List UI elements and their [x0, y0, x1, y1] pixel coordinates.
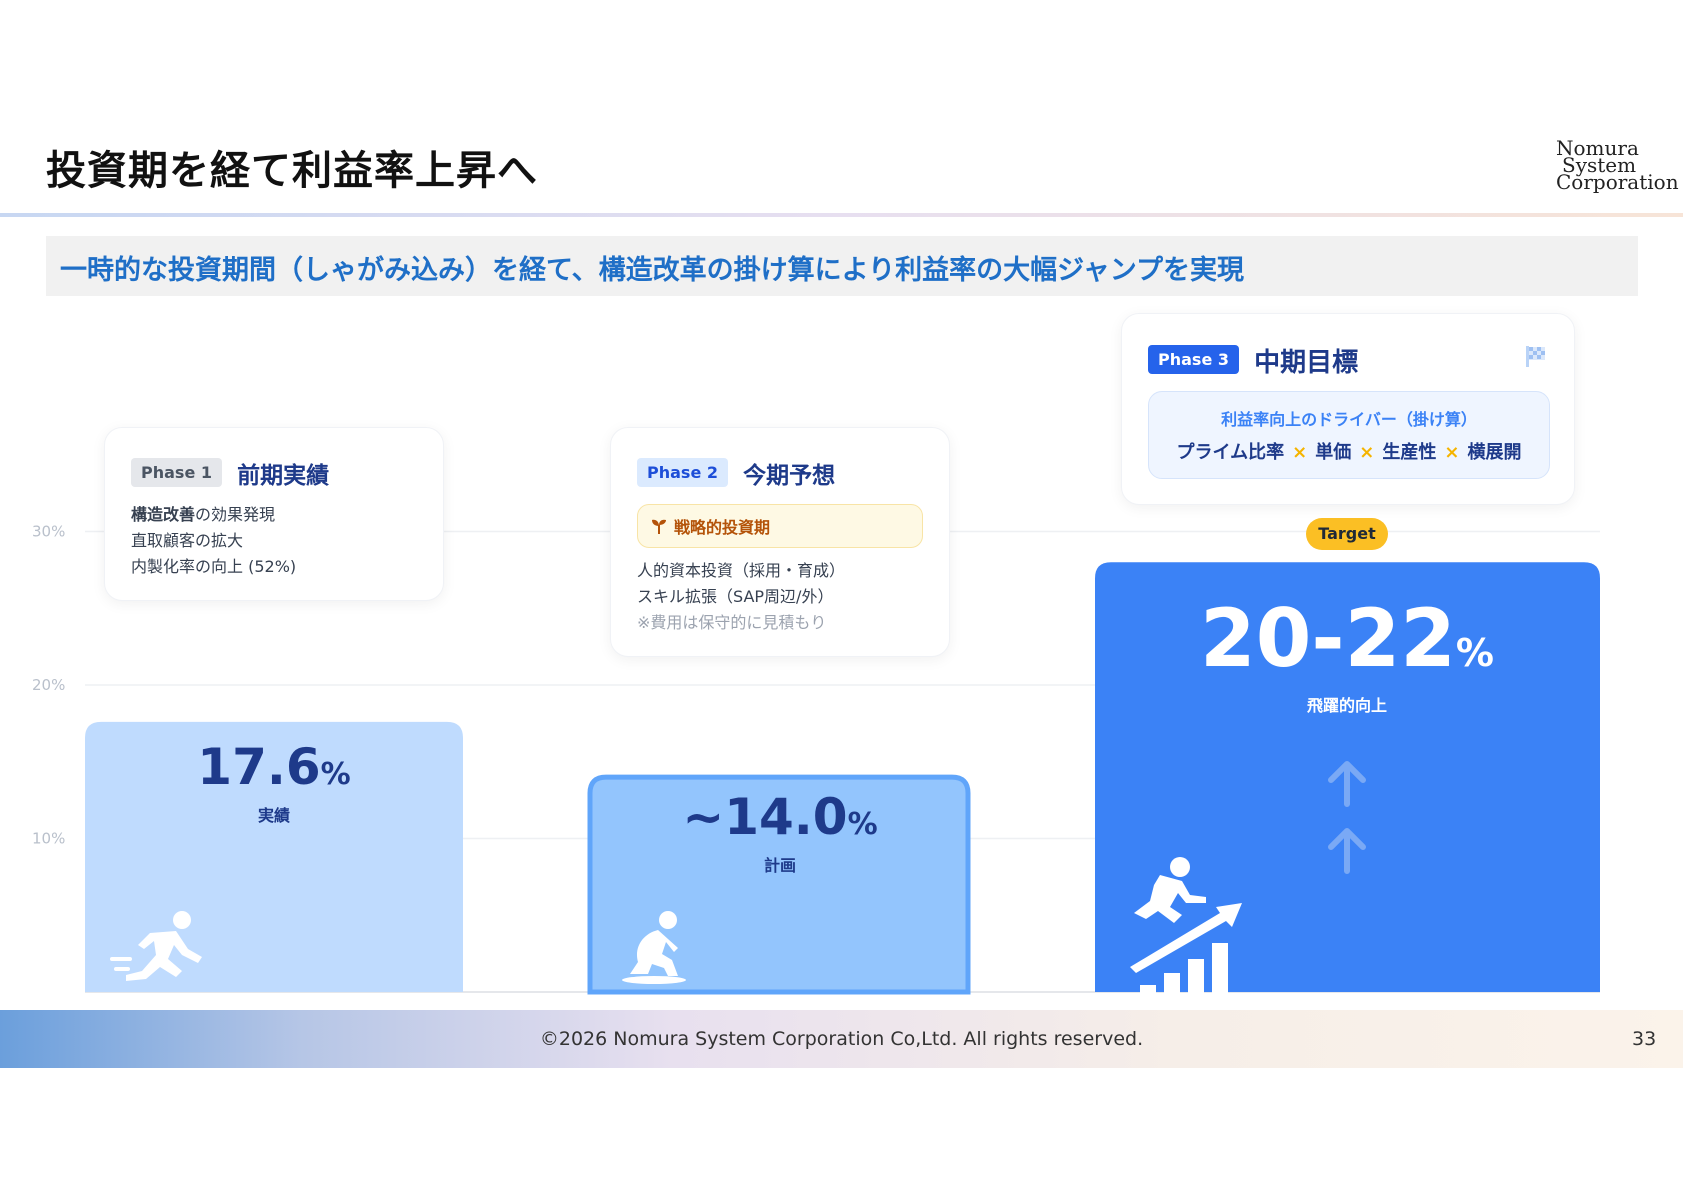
driver-title: 利益率向上のドライバー（掛け算）	[1221, 410, 1477, 429]
y-tick-label: 20%	[32, 676, 65, 694]
phase3-title: 中期目標	[1254, 348, 1359, 378]
driver-rollout: 横展開	[1467, 442, 1522, 463]
title-divider	[0, 213, 1683, 217]
bar-value-phase3-number: 20-22	[1200, 592, 1456, 685]
phase1-card: Phase 1 前期実績 構造改善の効果発現 直取顧客の拡大 内製化率の向上 (…	[104, 427, 444, 601]
bar-value-phase2-unit: %	[847, 807, 878, 842]
subtitle: 一時的な投資期間（しゃがみ込み）を経て、構造改革の掛け算により利益率の大幅ジャン…	[60, 255, 1244, 286]
phase2-title: 今期予想	[743, 463, 836, 489]
phase2-note: ※費用は保守的に見積もり	[637, 613, 827, 632]
phase1-tag: Phase 1	[131, 457, 222, 487]
bar-value-phase2: ~14.0%	[592, 788, 968, 846]
driver-prime-ratio: プライム比率	[1176, 442, 1285, 463]
driver-row: プライム比率 × 単価 × 生産性 × 横展開	[1149, 438, 1549, 464]
y-tick-label: 30%	[32, 523, 65, 541]
strategic-investment-badge: 戦略的投資期	[637, 504, 923, 548]
phase2-line-2: スキル拡張（SAP周辺/外）	[637, 587, 834, 606]
bar-label-phase2: 計画	[763, 856, 796, 875]
bar-value-phase3: 20-22%	[1095, 592, 1599, 685]
page-title: 投資期を経て利益率上昇へ	[46, 148, 538, 194]
bar-value-phase2-number: ~14.0	[682, 788, 848, 846]
phase2-tag: Phase 2	[637, 457, 728, 487]
bar-value-phase1-unit: %	[320, 757, 351, 792]
checkered-flag-icon	[1526, 346, 1545, 367]
times-symbol: ×	[1444, 442, 1460, 463]
company-logo: Nomura System Corporation	[1556, 138, 1679, 194]
logo-line-3: Corporation	[1556, 170, 1679, 194]
driver-productivity: 生産性	[1382, 442, 1437, 463]
phase3-card: Phase 3 中期目標 利益率向上のドライバー（掛け算） プライム比率 × 単価 ×…	[1121, 313, 1575, 505]
sprout-icon	[652, 519, 666, 534]
times-symbol: ×	[1292, 442, 1308, 463]
phase2-line-1: 人的資本投資（採用・育成）	[637, 561, 846, 580]
bar-label-phase3: 飛躍的向上	[1306, 696, 1387, 715]
phase1-line-1: 構造改善の効果発現	[131, 502, 443, 528]
phase1-line-2: 直取顧客の拡大	[131, 531, 244, 550]
page-number: 33	[1632, 1028, 1657, 1050]
phase1-line-3: 内製化率の向上 (52%)	[131, 557, 297, 576]
phase1-title: 前期実績	[237, 463, 330, 489]
bar-value-phase1: 17.6%	[86, 738, 462, 796]
copyright: ©2026 Nomura System Corporation Co,Ltd. …	[539, 1028, 1144, 1050]
target-badge: Target	[1306, 518, 1388, 550]
bar-label-phase1: 実績	[257, 806, 290, 825]
phase2-card: Phase 2 今期予想 戦略的投資期 人的資本投資（採用・育成） スキル拡張（…	[610, 427, 950, 657]
phase3-tag: Phase 3	[1148, 345, 1239, 374]
bar-value-phase3-unit: %	[1455, 631, 1494, 675]
times-symbol: ×	[1359, 442, 1375, 463]
y-tick-label: 10%	[32, 830, 65, 848]
driver-box: 利益率向上のドライバー（掛け算） プライム比率 × 単価 × 生産性 × 横展開	[1148, 391, 1550, 479]
strategic-label: 戦略的投資期	[674, 518, 771, 537]
phase1-line-1-rest: の効果発現	[195, 505, 276, 524]
phase1-line-1-strong: 構造改善	[131, 505, 196, 524]
bar-value-phase1-number: 17.6	[197, 738, 321, 796]
driver-unit-price: 単価	[1315, 442, 1352, 463]
